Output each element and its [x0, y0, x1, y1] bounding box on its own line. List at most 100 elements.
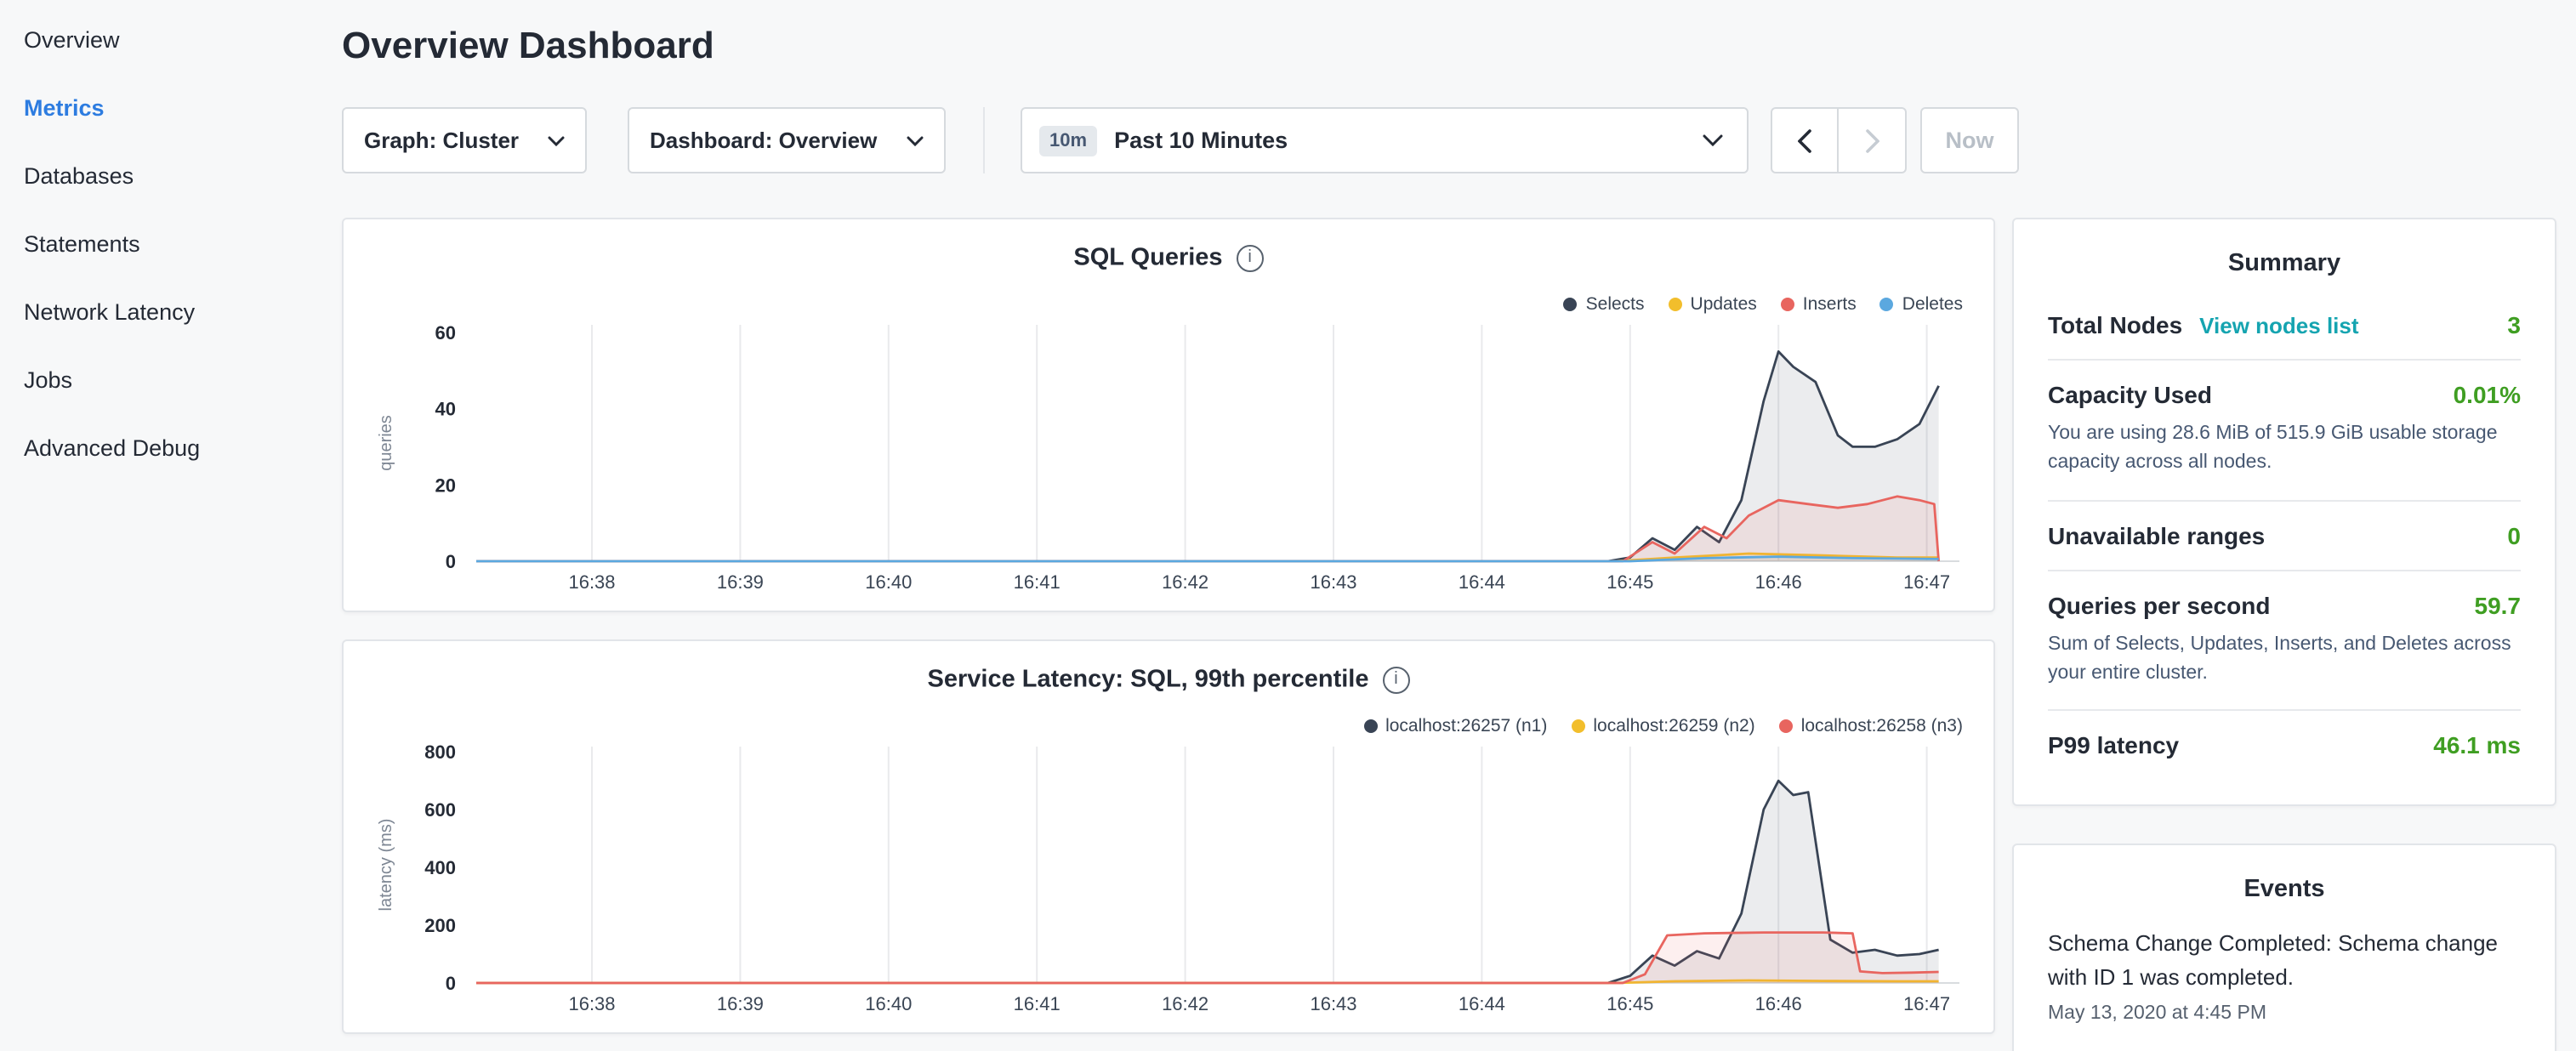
event-item[interactable]: Schema Change Completed: Schema change w…	[2048, 927, 2521, 1025]
dashboard-dropdown[interactable]: Dashboard: Overview	[628, 107, 946, 173]
chevron-left-icon	[1798, 128, 1811, 152]
svg-text:16:42: 16:42	[1162, 571, 1208, 593]
summary-label: Capacity Used	[2048, 381, 2212, 408]
summary-value: 3	[2507, 311, 2521, 338]
svg-text:400: 400	[424, 857, 456, 878]
legend-dot-icon	[1669, 297, 1682, 310]
chevron-down-icon	[1703, 134, 1723, 146]
summary-value: 46.1 ms	[2433, 731, 2521, 758]
sidebar-item-statements[interactable]: Statements	[0, 211, 333, 279]
svg-text:16:46: 16:46	[1755, 993, 1802, 1014]
chart-title-row: SQL Queriesi	[344, 243, 1993, 274]
svg-text:16:43: 16:43	[1310, 993, 1356, 1014]
chart-legend: Selects Updates Inserts Deletes	[1540, 294, 1963, 315]
summary-value: 0	[2507, 521, 2521, 548]
sql-queries-card: SQL Queriesi Selects Updates Inserts Delete…	[342, 218, 1995, 612]
svg-text:latency (ms): latency (ms)	[377, 819, 395, 912]
time-range-selector[interactable]: 10m Past 10 Minutes	[1021, 107, 1749, 173]
graph-scope-dropdown[interactable]: Graph: Cluster	[342, 107, 587, 173]
page-title: Overview Dashboard	[342, 24, 714, 68]
svg-text:200: 200	[424, 915, 456, 936]
sql-queries-chart[interactable]: 16:38 16:39 16:40 16:41 16:42 16:43 16:44 16:45…	[344, 315, 1990, 600]
legend-dot-icon	[1564, 297, 1578, 310]
svg-text:16:38: 16:38	[568, 993, 615, 1014]
sidebar-item-metrics[interactable]: Metrics	[0, 75, 333, 143]
time-next-button[interactable]	[1839, 107, 1907, 173]
legend-item: Inserts	[1781, 294, 1857, 315]
svg-text:16:43: 16:43	[1310, 571, 1356, 593]
chart-legend: localhost:26257 (n1) localhost:26259 (n2)…	[1339, 716, 1963, 736]
sidebar-item-jobs[interactable]: Jobs	[0, 347, 333, 415]
now-button[interactable]: Now	[1920, 107, 2019, 173]
time-step-buttons	[1771, 107, 1907, 173]
svg-text:16:40: 16:40	[865, 993, 912, 1014]
svg-text:20: 20	[435, 474, 456, 496]
summary-panel-title: Summary	[2048, 219, 2521, 291]
legend-dot-icon	[1779, 719, 1793, 732]
legend-item: localhost:26257 (n1)	[1363, 716, 1547, 736]
events-panel-title: Events	[2048, 845, 2521, 917]
db-console-page: Overview Metrics Databases Statements Ne…	[0, 0, 2576, 1051]
legend-item: localhost:26258 (n3)	[1779, 716, 1963, 736]
svg-text:16:39: 16:39	[717, 993, 764, 1014]
service-latency-chart[interactable]: 16:3816:3916:4016:4116:4216:4316:4416:45…	[344, 736, 1990, 1022]
legend-dot-icon	[1781, 297, 1794, 310]
time-window-badge: 10m	[1039, 125, 1097, 156]
summary-description: Sum of Selects, Updates, Inserts, and De…	[2048, 630, 2521, 689]
legend-dot-icon	[1880, 297, 1894, 310]
legend-item: Selects	[1564, 294, 1645, 315]
svg-text:40: 40	[435, 399, 456, 420]
summary-label: Unavailable ranges	[2048, 521, 2265, 548]
summary-label: Total Nodes	[2048, 311, 2182, 338]
summary-value: 59.7	[2475, 591, 2522, 618]
info-icon[interactable]: i	[1237, 245, 1264, 272]
chart-title: Service Latency: SQL, 99th percentile	[928, 667, 1369, 694]
summary-value: 0.01%	[2454, 381, 2521, 408]
summary-row-queries-per-second: Queries per second 59.7 Sum of Selects, …	[2048, 571, 2521, 711]
legend-item: localhost:26259 (n2)	[1571, 716, 1754, 736]
chevron-down-icon	[548, 135, 565, 145]
summary-panel: Summary Total Nodes View nodes list 3 Ca…	[2012, 218, 2556, 806]
view-nodes-list-link[interactable]: View nodes list	[2199, 313, 2358, 338]
summary-description: You are using 28.6 MiB of 515.9 GiB usab…	[2048, 420, 2521, 479]
chevron-down-icon	[907, 135, 924, 145]
svg-text:16:40: 16:40	[865, 571, 912, 593]
summary-row-capacity-used: Capacity Used 0.01% You are using 28.6 M…	[2048, 361, 2521, 501]
legend-dot-icon	[1363, 719, 1377, 732]
chart-title-row: Service Latency: SQL, 99th percentile i	[344, 665, 1993, 696]
sidebar-item-network-latency[interactable]: Network Latency	[0, 279, 333, 347]
svg-text:600: 600	[424, 799, 456, 821]
events-panel: Events Schema Change Completed: Schema c…	[2012, 844, 2556, 1051]
svg-text:16:45: 16:45	[1606, 571, 1653, 593]
svg-text:16:38: 16:38	[568, 571, 615, 593]
legend-dot-icon	[1571, 719, 1584, 732]
info-icon[interactable]: i	[1383, 667, 1410, 694]
svg-text:queries: queries	[377, 415, 395, 471]
summary-row-total-nodes: Total Nodes View nodes list 3	[2048, 291, 2521, 361]
summary-row-p99-latency: P99 latency 46.1 ms	[2048, 711, 2521, 779]
svg-text:16:47: 16:47	[1903, 993, 1950, 1014]
legend-item: Deletes	[1880, 294, 1963, 315]
svg-text:16:41: 16:41	[1014, 571, 1061, 593]
svg-text:0: 0	[446, 551, 456, 572]
summary-label: P99 latency	[2048, 731, 2179, 758]
event-message: Schema Change Completed: Schema change w…	[2048, 927, 2521, 996]
sidebar-item-databases[interactable]: Databases	[0, 143, 333, 211]
chevron-right-icon	[1865, 128, 1879, 152]
legend-item: Updates	[1669, 294, 1757, 315]
svg-text:0: 0	[446, 973, 456, 994]
time-window-label: Past 10 Minutes	[1114, 128, 1288, 153]
dashboard-dropdown-label: Dashboard: Overview	[650, 128, 877, 153]
sidebar-item-overview[interactable]: Overview	[0, 7, 333, 75]
svg-text:60: 60	[435, 322, 456, 344]
svg-text:16:46: 16:46	[1755, 571, 1802, 593]
svg-text:16:41: 16:41	[1014, 993, 1061, 1014]
sidebar-item-advanced-debug[interactable]: Advanced Debug	[0, 415, 333, 483]
time-prev-button[interactable]	[1771, 107, 1839, 173]
svg-text:16:44: 16:44	[1459, 993, 1505, 1014]
svg-text:16:44: 16:44	[1459, 571, 1505, 593]
toolbar-divider	[983, 107, 985, 173]
svg-text:16:39: 16:39	[717, 571, 764, 593]
summary-label: Queries per second	[2048, 591, 2270, 618]
svg-text:16:45: 16:45	[1606, 993, 1653, 1014]
